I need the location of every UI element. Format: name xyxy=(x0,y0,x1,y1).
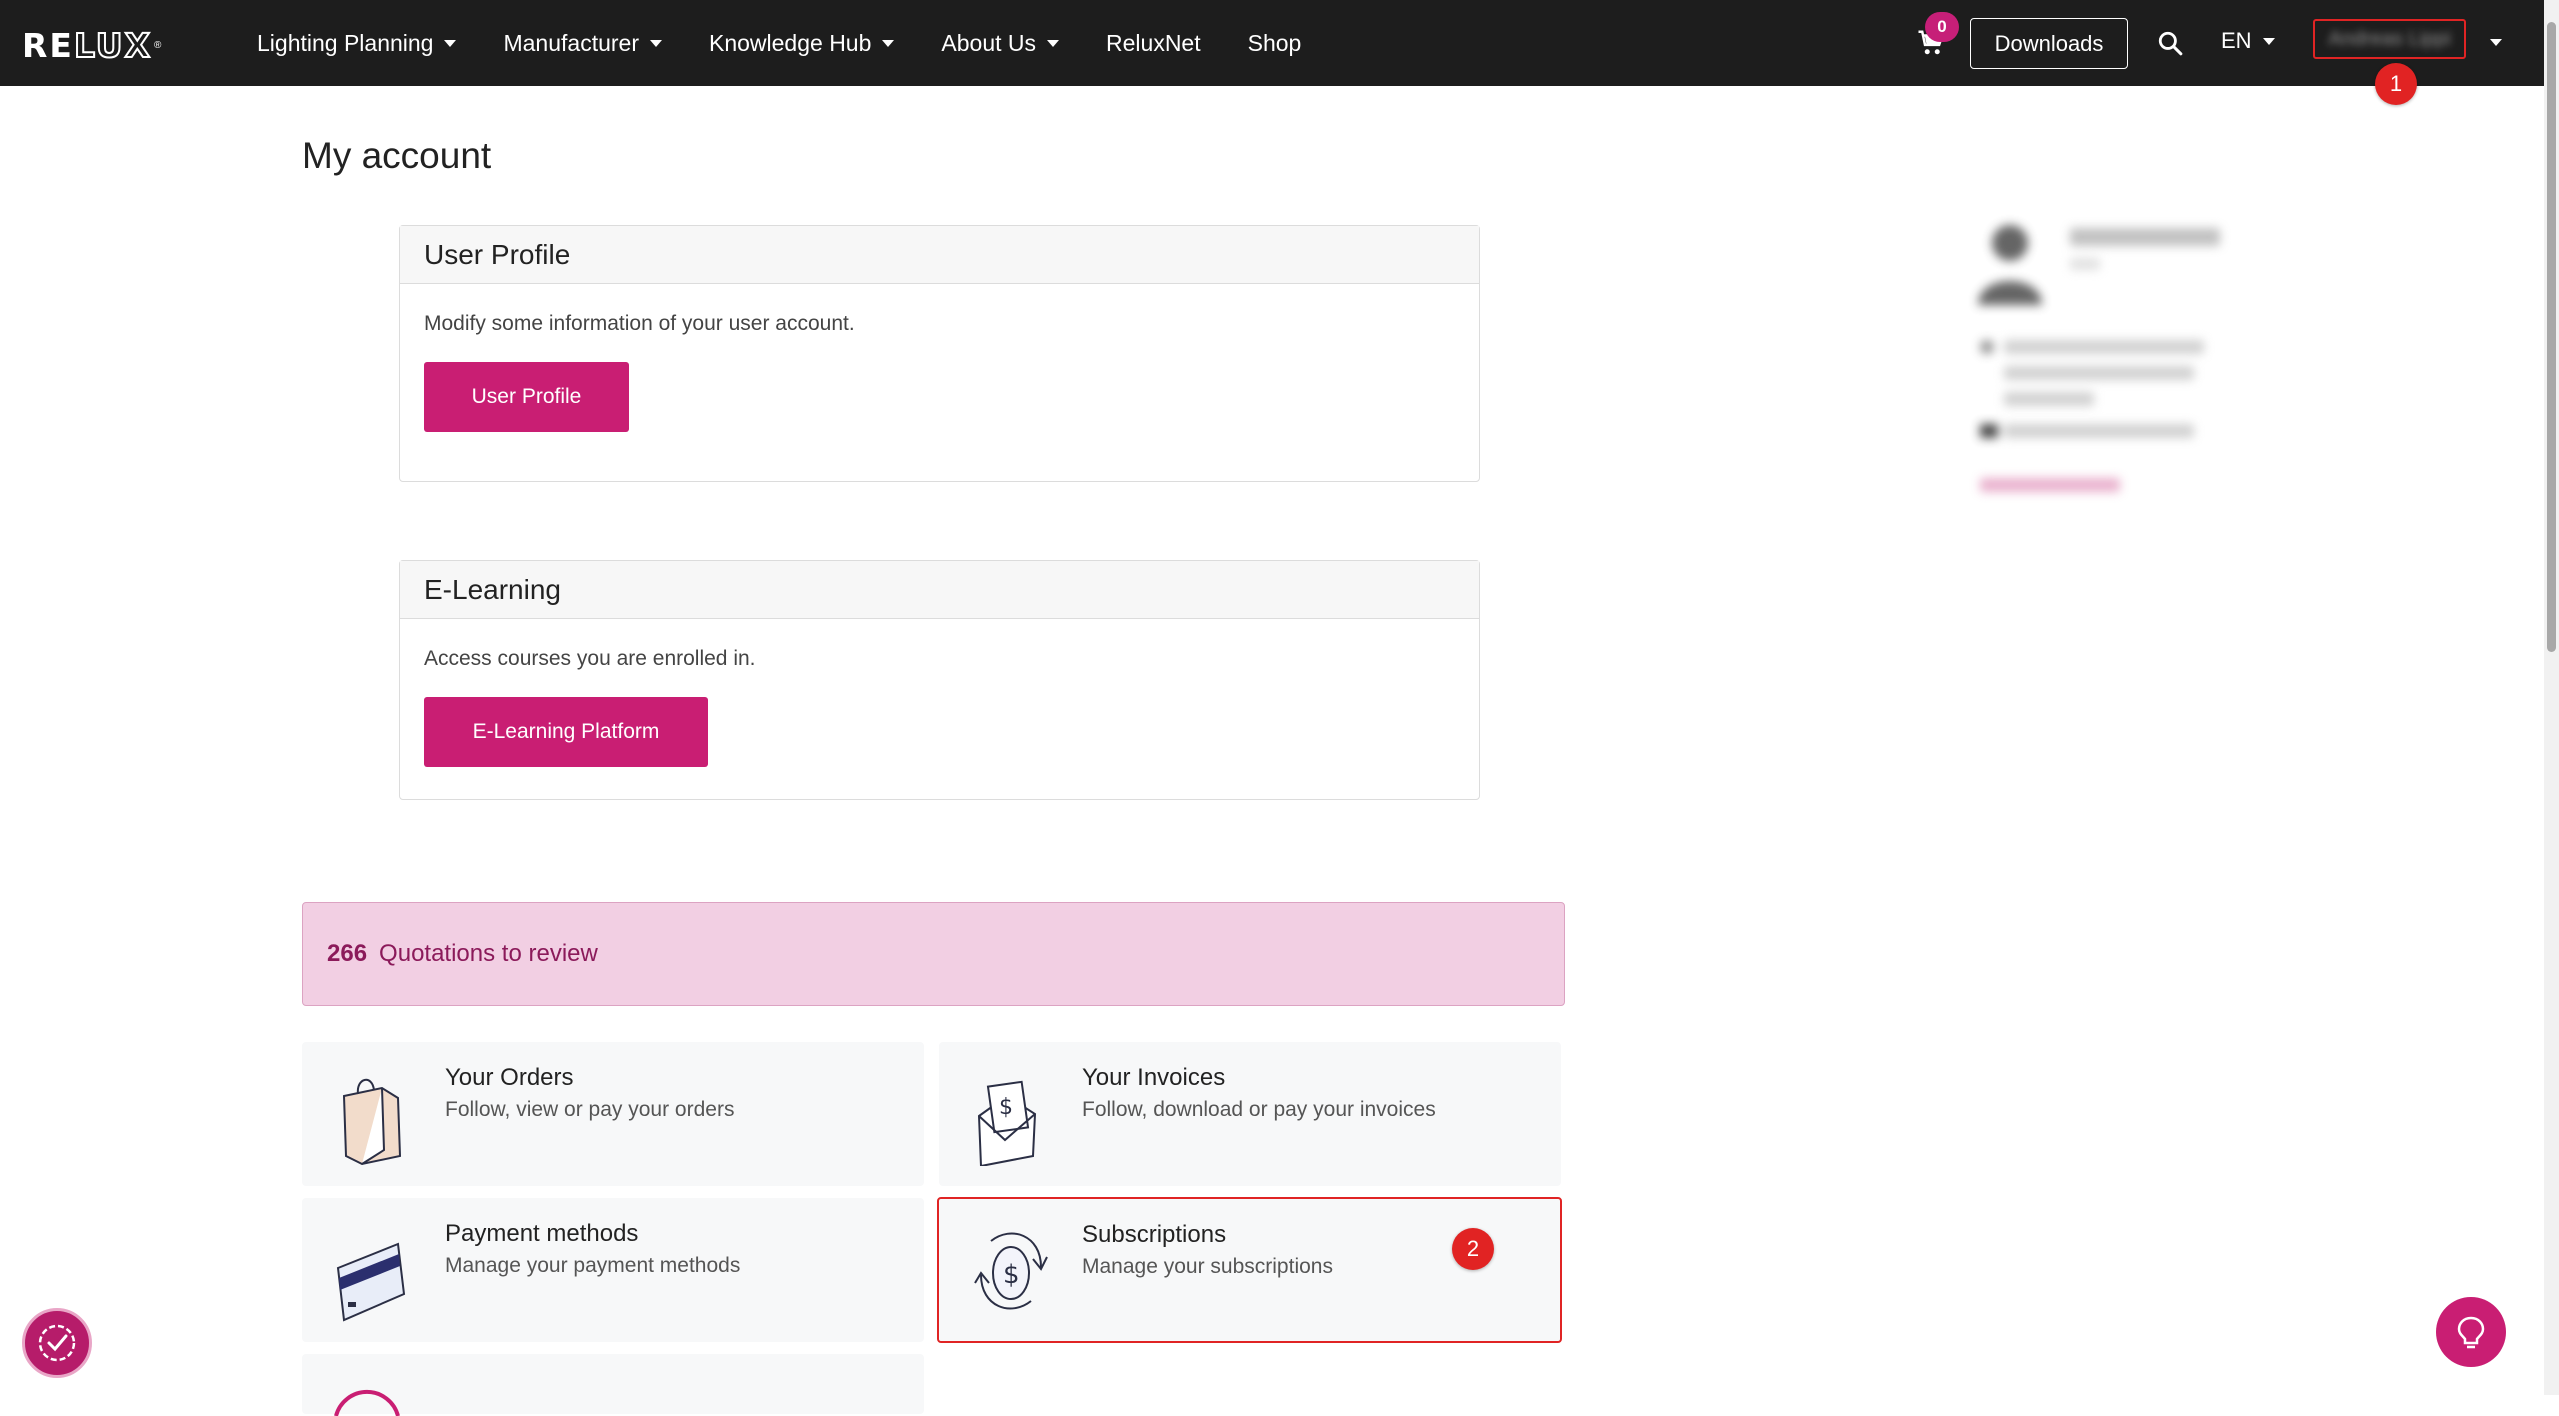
invoices-tile[interactable]: $ Your Invoices Follow, download or pay … xyxy=(939,1042,1561,1186)
caret-down-icon xyxy=(882,39,895,47)
invoice-envelope-icon: $ xyxy=(977,1080,1037,1166)
nav-item-about-us[interactable]: About Us xyxy=(941,30,1060,57)
card-title: User Profile xyxy=(400,226,1479,284)
main-menu: Lighting Planning Manufacturer Knowledge… xyxy=(257,0,1348,86)
top-navbar: RELUX ® Lighting Planning Manufacturer Kn… xyxy=(0,0,2544,86)
svg-text:$: $ xyxy=(999,1095,1013,1120)
user-menu-caret-icon[interactable] xyxy=(2490,39,2502,46)
user-profile-button[interactable]: User Profile xyxy=(424,362,629,432)
page-title: My account xyxy=(302,135,492,176)
caret-down-icon xyxy=(2262,37,2275,45)
card-title: E-Learning xyxy=(400,561,1479,619)
annotation-marker-2: 2 xyxy=(1452,1228,1494,1270)
tile-title: Subscriptions xyxy=(1082,1221,1227,1248)
annotation-marker-1: 1 xyxy=(2375,63,2417,105)
downloads-button[interactable]: Downloads xyxy=(1970,18,2128,69)
user-profile-card: User Profile Modify some information of … xyxy=(399,225,1480,482)
user-name-blurred: Andreas Lippi xyxy=(2328,27,2451,50)
nav-item-manufacturer[interactable]: Manufacturer xyxy=(503,30,662,57)
subscription-cycle-icon: $ xyxy=(974,1232,1048,1310)
credit-card-icon xyxy=(336,1242,406,1322)
avatar xyxy=(1978,225,2042,305)
vertical-scrollbar[interactable] xyxy=(2544,0,2559,1395)
caret-down-icon xyxy=(444,39,457,47)
nav-item-lighting-planning[interactable]: Lighting Planning xyxy=(257,30,457,57)
card-description: Modify some information of your user acc… xyxy=(424,312,855,335)
tile-title: Your Invoices xyxy=(1082,1064,1226,1091)
shopping-bag-icon xyxy=(342,1079,402,1166)
e-learning-platform-button[interactable]: E-Learning Platform xyxy=(424,697,708,767)
user-menu[interactable]: Andreas Lippi xyxy=(2313,19,2466,59)
search-icon[interactable] xyxy=(2157,30,2183,56)
svg-text:$: $ xyxy=(1003,1260,1020,1290)
quotations-count: 266 xyxy=(327,940,368,967)
caret-down-icon xyxy=(650,39,662,47)
cookie-consent-button[interactable] xyxy=(22,1308,92,1378)
tile-subtitle: Follow, view or pay your orders xyxy=(445,1098,735,1121)
tile-icon xyxy=(334,1389,400,1416)
nav-item-shop[interactable]: Shop xyxy=(1248,30,1302,57)
nav-item-knowledge-hub[interactable]: Knowledge Hub xyxy=(709,30,895,57)
lightbulb-chat-icon xyxy=(2457,1316,2485,1349)
tile-title: Your Orders xyxy=(445,1064,574,1091)
e-learning-card: E-Learning Access courses you are enroll… xyxy=(399,560,1480,800)
language-selector[interactable]: EN xyxy=(2221,28,2275,54)
cart-count-badge: 0 xyxy=(1925,12,1959,42)
help-chat-button[interactable] xyxy=(2436,1297,2506,1367)
card-description: Access courses you are enrolled in. xyxy=(424,647,756,670)
tile-subtitle: Follow, download or pay your invoices xyxy=(1082,1098,1436,1121)
nav-item-reluxnet[interactable]: ReluxNet xyxy=(1106,30,1201,57)
additional-tile[interactable] xyxy=(302,1354,924,1416)
scrollbar-thumb[interactable] xyxy=(2547,22,2556,652)
tile-title: Payment methods xyxy=(445,1220,639,1247)
profile-summary xyxy=(1960,200,2290,520)
relux-logo[interactable]: RELUX ® xyxy=(22,25,161,66)
subscriptions-tile[interactable]: $ Subscriptions Manage your subscription… xyxy=(937,1197,1562,1343)
caret-down-icon xyxy=(1047,39,1060,47)
check-badge-icon xyxy=(38,1324,76,1362)
quotations-label: Quotations to review xyxy=(379,940,598,967)
payment-methods-tile[interactable]: Payment methods Manage your payment meth… xyxy=(302,1198,924,1342)
tile-subtitle: Manage your payment methods xyxy=(445,1254,741,1277)
orders-tile[interactable]: Your Orders Follow, view or pay your ord… xyxy=(302,1042,924,1186)
brand-name: RELUX xyxy=(22,25,153,66)
quotations-alert[interactable]: 266 Quotations to review xyxy=(302,902,1565,1006)
tile-subtitle: Manage your subscriptions xyxy=(1082,1255,1333,1278)
